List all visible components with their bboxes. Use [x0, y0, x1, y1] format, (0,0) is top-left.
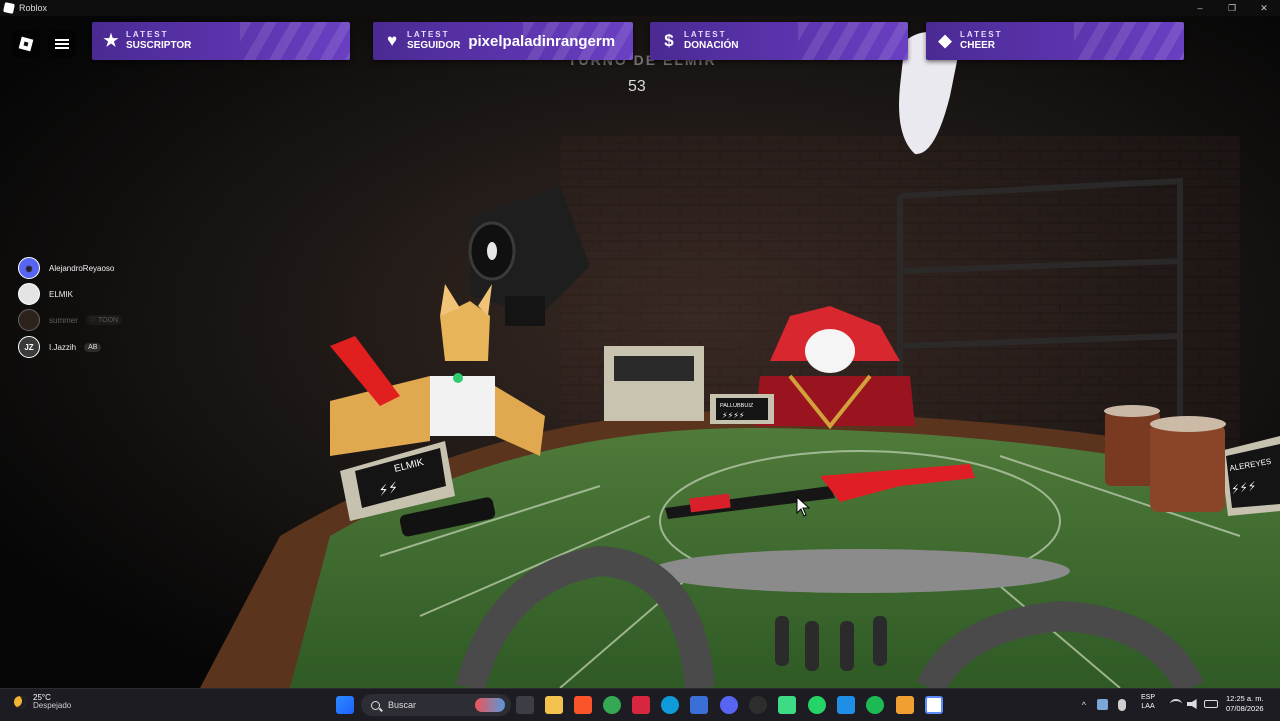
- volume-icon[interactable]: [1187, 699, 1197, 709]
- banner-latest: LATEST: [126, 30, 169, 39]
- notes-icon[interactable]: [837, 696, 855, 714]
- turn-timer: 53: [628, 78, 646, 95]
- player-list-item[interactable]: ◉ AlejandroReyaoso: [18, 257, 114, 279]
- language-code: ESP: [1141, 694, 1156, 701]
- moon-icon: [14, 696, 26, 709]
- clock-date: 07/08/2026: [1226, 704, 1264, 714]
- wifi-icon[interactable]: [1170, 699, 1182, 709]
- avatar: [18, 309, 40, 331]
- player-list-item[interactable]: JZ I.Jazzih AB: [18, 336, 102, 358]
- battery-icon[interactable]: [1204, 700, 1218, 708]
- roblox-logo-icon: [18, 36, 34, 52]
- start-icon[interactable]: [336, 696, 354, 714]
- taskbar-clock[interactable]: 12:25 a. m. 07/08/2026: [1226, 694, 1264, 714]
- dollar-icon: $: [664, 31, 674, 50]
- hamburger-menu-button[interactable]: [48, 30, 76, 58]
- language-indicator[interactable]: ESP LAA: [1141, 694, 1155, 712]
- onedrive-icon[interactable]: [1097, 699, 1108, 710]
- banner-latest: LATEST: [684, 30, 727, 39]
- heart-icon: ♥: [386, 31, 398, 50]
- banner-latest-follower: ♥ LATEST SEGUIDOR pixelpaladinrangerm: [373, 22, 633, 60]
- windows-taskbar: 25°C Despejado Buscar ^ ESP LAA 12:25 a.…: [0, 688, 1280, 721]
- banner-latest-cheer: ◆ LATEST CHEER: [926, 22, 1184, 60]
- tray-chevron-icon[interactable]: ^: [1082, 700, 1086, 710]
- banner-label: SUSCRIPTOR: [126, 40, 192, 51]
- banner-label: SEGUIDOR: [407, 40, 461, 51]
- close-button[interactable]: ✕: [1248, 0, 1280, 16]
- player-list-item[interactable]: summer ♡ TOON: [18, 309, 123, 331]
- search-icon: [371, 700, 380, 710]
- keyboard-layout: LAA: [1141, 702, 1155, 710]
- search-placeholder: Buscar: [388, 700, 417, 710]
- nameplate-pallubbuiz: PALLUBBUIZ ⚡⚡⚡⚡: [710, 394, 774, 424]
- player-list-item[interactable]: ELMIK: [18, 283, 73, 305]
- roblox-taskbar-icon[interactable]: [925, 696, 943, 714]
- weather-condition: Despejado: [33, 701, 72, 711]
- file-explorer-icon[interactable]: [545, 696, 563, 714]
- task-view-icon[interactable]: [516, 696, 534, 714]
- roblox-menu-button[interactable]: [12, 30, 40, 58]
- edge-icon[interactable]: [661, 696, 679, 714]
- player-tag: AB: [84, 342, 102, 352]
- window-controls: – ❐ ✕: [1184, 0, 1280, 16]
- app-grid-icon[interactable]: [778, 696, 796, 714]
- weather-widget[interactable]: 25°C Despejado: [14, 693, 72, 711]
- roblox-app-icon: [3, 2, 15, 14]
- banner-latest-subscriber: ★ LATEST SUSCRIPTOR: [92, 22, 350, 60]
- store-icon[interactable]: [690, 696, 708, 714]
- banner-label: CHEER: [960, 40, 996, 51]
- clock-time: 12:25 a. m.: [1226, 694, 1264, 703]
- avatar: [18, 283, 40, 305]
- brave-browser-icon[interactable]: [574, 696, 592, 714]
- hamburger-icon: [55, 39, 69, 49]
- player-tag: ♡ TOON: [85, 315, 123, 325]
- diamond-icon: ◆: [938, 31, 952, 50]
- window-title: Roblox: [19, 3, 48, 13]
- control-machine: [604, 346, 704, 421]
- plate-name: PALLUBBUIZ: [720, 403, 754, 409]
- taskbar-search[interactable]: Buscar: [361, 694, 511, 716]
- steam-icon[interactable]: [749, 696, 767, 714]
- game-scene[interactable]: ELMIK ⚡⚡ PALLUBBUIZ ⚡⚡⚡⚡ ALEREYES ⚡⚡⚡: [0, 16, 1280, 688]
- avatar: JZ: [18, 336, 40, 358]
- minimize-button[interactable]: –: [1184, 0, 1216, 16]
- game-viewport[interactable]: ELMIK ⚡⚡ PALLUBBUIZ ⚡⚡⚡⚡ ALEREYES ⚡⚡⚡ ★ …: [0, 16, 1280, 688]
- banner-latest-donation: $ LATEST DONACIÓN: [650, 22, 908, 60]
- window-title-bar: Roblox – ❐ ✕: [0, 0, 1280, 16]
- discord-icon[interactable]: [720, 696, 738, 714]
- maximize-button[interactable]: ❐: [1216, 0, 1248, 16]
- player-name: ELMIK: [49, 289, 74, 299]
- banner-latest: LATEST: [407, 30, 450, 39]
- whatsapp-icon[interactable]: [808, 696, 826, 714]
- player-name: summer: [49, 315, 78, 325]
- banner-latest: LATEST: [960, 30, 1003, 39]
- spotify-icon[interactable]: [866, 696, 884, 714]
- discord-icon: ◉: [18, 257, 40, 279]
- star-icon: ★: [103, 31, 119, 50]
- banner-value: pixelpaladinrangerm: [468, 32, 616, 50]
- plate-charges: ⚡⚡⚡⚡: [722, 411, 744, 420]
- player-name: I.Jazzih: [49, 342, 77, 352]
- chrome-icon[interactable]: [603, 696, 621, 714]
- microphone-icon[interactable]: [1118, 699, 1126, 711]
- adobe-icon[interactable]: [632, 696, 650, 714]
- banner-label: DONACIÓN: [684, 40, 739, 51]
- player-name: AlejandroReyaoso: [49, 263, 115, 273]
- game-launcher-icon[interactable]: [896, 696, 914, 714]
- search-highlight-icon: [475, 698, 505, 712]
